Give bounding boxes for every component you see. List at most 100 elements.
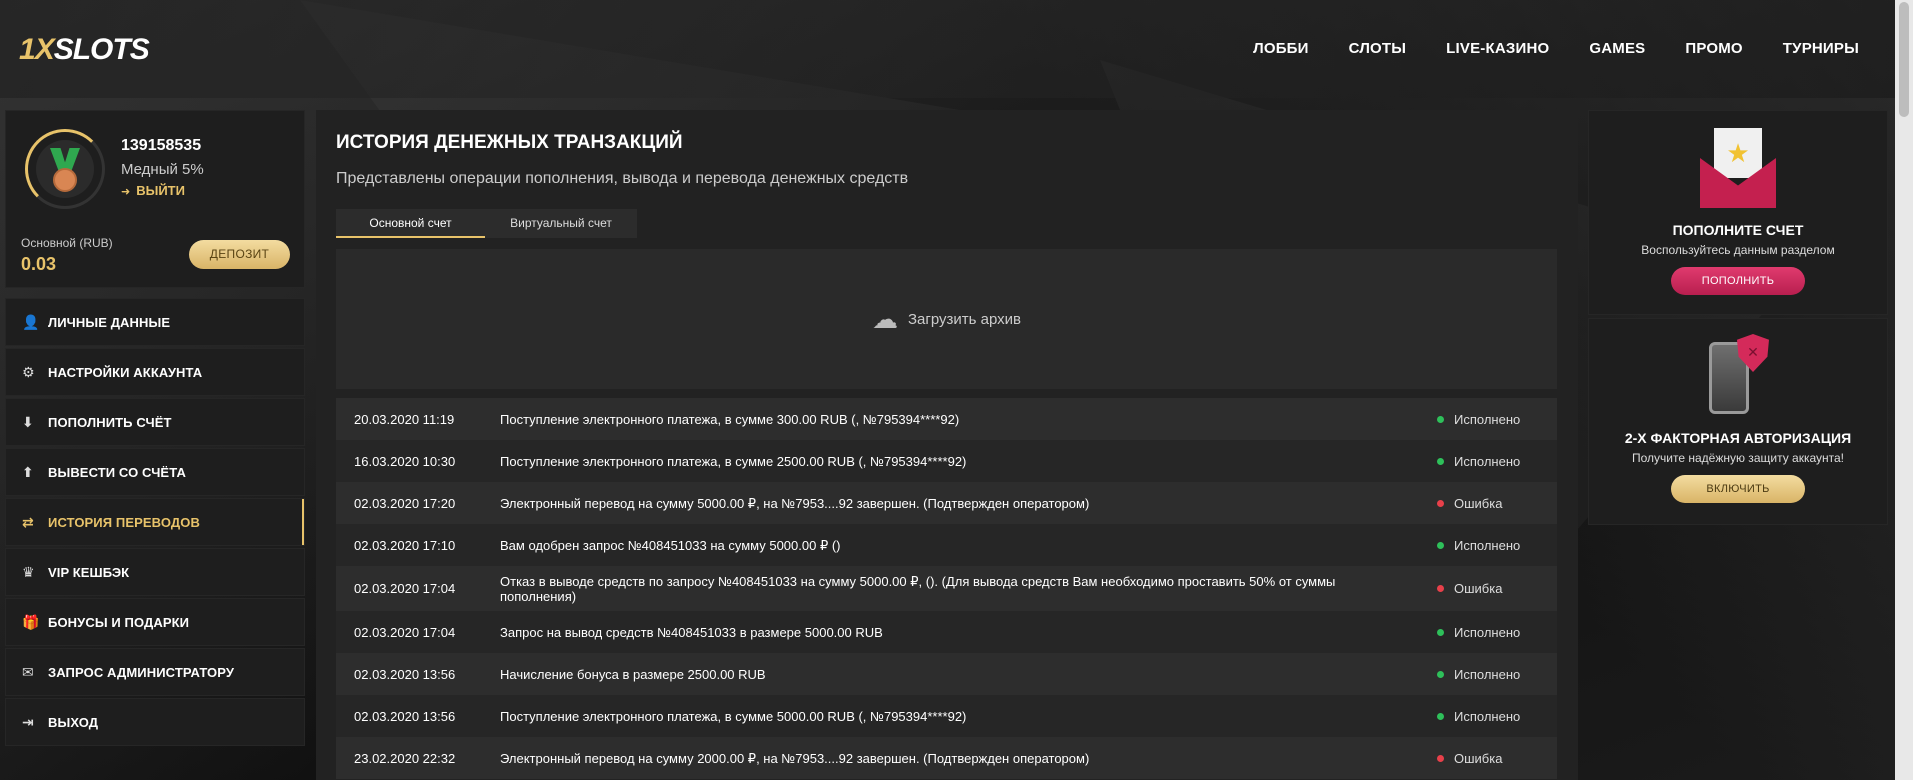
- promo-deposit-button[interactable]: ПОПОЛНИТЬ: [1671, 267, 1805, 295]
- status-dot-icon: [1437, 754, 1444, 762]
- page-subtitle: Представлены операции пополнения, вывода…: [336, 170, 909, 187]
- site-header: 1XSLOTS ЛОББИ СЛОТЫ LIVE-КАЗИНО GAMES ПР…: [0, 0, 1895, 98]
- transactions-table: 20.03.2020 11:19 Поступление электронног…: [336, 398, 1557, 779]
- menu-item-deposit[interactable]: ⬇ ПОПОЛНИТЬ СЧЁТ: [5, 398, 305, 446]
- tx-date: 16.03.2020 10:30: [354, 453, 456, 469]
- tx-date: 02.03.2020 17:04: [354, 581, 456, 596]
- envelope-star-icon: ★: [1700, 128, 1776, 208]
- table-row: 02.03.2020 17:20 Электронный перевод на …: [336, 482, 1557, 524]
- menu-item-transfer-history[interactable]: ⇄ ИСТОРИЯ ПЕРЕВОДОВ: [5, 498, 305, 546]
- status-dot-icon: [1437, 670, 1444, 678]
- tx-date: 02.03.2020 17:10: [354, 537, 456, 553]
- tx-description: Электронный перевод на сумму 5000.00 ₽, …: [500, 495, 1090, 511]
- download-archive-button[interactable]: ☁ Загрузить архив: [336, 249, 1557, 389]
- account-menu: 👤 ЛИЧНЫЕ ДАННЫЕ ⚙ НАСТРОЙКИ АККАУНТА ⬇ ПОПО…: [5, 298, 305, 748]
- menu-item-account-settings[interactable]: ⚙ НАСТРОЙКИ АККАУНТА: [5, 348, 305, 396]
- upload-icon: ⬆: [22, 463, 34, 480]
- user-plus-icon: 👤: [22, 313, 40, 330]
- table-row: 23.02.2020 22:32 Электронный перевод на …: [336, 737, 1557, 779]
- menu-item-vip-cashback[interactable]: ♛ VIP КЕШБЭК: [5, 548, 305, 596]
- tx-date: 02.03.2020 17:04: [354, 624, 456, 640]
- status-dot-icon: [1437, 541, 1444, 549]
- menu-item-admin-request[interactable]: ✉ ЗАПРОС АДМИНИСТРАТОРУ: [5, 648, 305, 696]
- status-dot-icon: [1437, 712, 1444, 720]
- nav-lobby[interactable]: ЛОББИ: [1253, 40, 1309, 57]
- promo-deposit-card: ★ ПОПОЛНИТЕ СЧЕТ Воспользуйтесь данным р…: [1588, 110, 1888, 315]
- status-badge: Исполнено: [1437, 454, 1557, 469]
- table-row: 02.03.2020 13:56 Поступление электронног…: [336, 695, 1557, 737]
- tx-description: Электронный перевод на сумму 2000.00 ₽, …: [500, 750, 1090, 766]
- balance-value: 0.03: [21, 254, 57, 274]
- tx-description: Поступление электронного платежа, в сумм…: [500, 708, 967, 724]
- profile-card: 139158535 Медный 5% ➜ ВЫЙТИ Основной (RUB…: [5, 110, 305, 288]
- crown-icon: ♛: [22, 563, 35, 580]
- logout-link[interactable]: ➜ ВЫЙТИ: [121, 183, 185, 198]
- menu-item-bonuses[interactable]: 🎁 БОНУСЫ И ПОДАРКИ: [5, 598, 305, 646]
- deposit-button[interactable]: ДЕПОЗИТ: [189, 240, 290, 269]
- promo-2fa-card: ✕ 2-Х ФАКТОРНАЯ АВТОРИЗАЦИЯ Получите над…: [1588, 318, 1888, 525]
- status-dot-icon: [1437, 585, 1444, 592]
- phone-shield-icon: ✕: [1703, 334, 1773, 416]
- gift-icon: 🎁: [22, 613, 40, 630]
- tx-description: Вам одобрен запрос №408451033 на сумму 5…: [500, 537, 841, 553]
- page-scrollbar[interactable]: [1895, 0, 1913, 780]
- sign-out-icon: ➜: [121, 186, 131, 198]
- user-level: Медный 5%: [121, 161, 204, 178]
- promo-2fa-title: 2-Х ФАКТОРНАЯ АВТОРИЗАЦИЯ: [1624, 430, 1852, 446]
- menu-item-logout[interactable]: ⇥ ВЫХОД: [5, 698, 305, 746]
- status-badge: Исполнено: [1437, 709, 1557, 724]
- nav-tournaments[interactable]: ТУРНИРЫ: [1783, 40, 1859, 57]
- table-row: 02.03.2020 13:56 Начисление бонуса в раз…: [336, 653, 1557, 695]
- status-dot-icon: [1437, 499, 1444, 507]
- transactions-panel: ИСТОРИЯ ДЕНЕЖНЫХ ТРАНЗАКЦИЙ Представлены…: [316, 110, 1578, 780]
- tx-description: Начисление бонуса в размере 2500.00 RUB: [500, 666, 766, 682]
- user-id: 139158535: [121, 137, 202, 154]
- tx-date: 23.02.2020 22:32: [354, 750, 456, 766]
- promo-2fa-text: Получите надёжную защиту аккаунта!: [1631, 451, 1844, 465]
- nav-games[interactable]: GAMES: [1589, 40, 1645, 57]
- status-badge: Исполнено: [1437, 625, 1557, 640]
- table-row: 02.03.2020 17:04 Отказ в выводе средств …: [336, 566, 1557, 611]
- gears-icon: ⚙: [22, 363, 35, 380]
- table-row: 20.03.2020 11:19 Поступление электронног…: [336, 398, 1557, 440]
- balance-label: Основной (RUB): [21, 236, 113, 250]
- cloud-download-icon: ☁: [871, 303, 898, 334]
- enable-2fa-button[interactable]: ВКЛЮЧИТЬ: [1671, 475, 1805, 503]
- nav-live-casino[interactable]: LIVE-КАЗИНО: [1446, 40, 1549, 57]
- status-badge: Исполнено: [1437, 412, 1557, 427]
- tx-description: Отказ в выводе средств по запросу №40845…: [500, 573, 1336, 604]
- tx-date: 20.03.2020 11:19: [354, 411, 455, 427]
- status-badge: Исполнено: [1437, 538, 1557, 553]
- status-badge: Ошибка: [1437, 751, 1557, 766]
- status-dot-icon: [1437, 415, 1444, 423]
- tab-virtual-account[interactable]: Виртуальный счет: [485, 209, 637, 238]
- download-archive-label: Загрузить архив: [907, 310, 1022, 328]
- status-badge: Исполнено: [1437, 667, 1557, 682]
- scrollbar-thumb[interactable]: [1899, 2, 1909, 117]
- tx-description: Поступление электронного платежа, в сумм…: [500, 411, 960, 427]
- table-row: 02.03.2020 17:04 Запрос на вывод средств…: [336, 611, 1557, 653]
- account-tabs: Основной счет Виртуальный счет: [336, 209, 637, 238]
- menu-item-withdraw[interactable]: ⬆ ВЫВЕСТИ СО СЧЁТА: [5, 448, 305, 496]
- status-dot-icon: [1437, 628, 1444, 636]
- envelope-icon: ✉: [22, 663, 34, 680]
- page-title: ИСТОРИЯ ДЕНЕЖНЫХ ТРАНЗАКЦИЙ: [336, 132, 683, 153]
- level-progress-ring: [25, 129, 105, 209]
- nav-slots[interactable]: СЛОТЫ: [1349, 40, 1407, 57]
- tx-date: 02.03.2020 17:20: [354, 495, 456, 511]
- brand-logo[interactable]: 1XSLOTS: [19, 33, 150, 67]
- tx-date: 02.03.2020 13:56: [354, 666, 456, 682]
- tx-description: Запрос на вывод средств №408451033 в раз…: [500, 624, 883, 640]
- tx-date: 02.03.2020 13:56: [354, 708, 456, 724]
- table-row: 16.03.2020 10:30 Поступление электронног…: [336, 440, 1557, 482]
- tx-description: Поступление электронного платежа, в сумм…: [500, 453, 967, 469]
- menu-item-personal-data[interactable]: 👤 ЛИЧНЫЕ ДАННЫЕ: [5, 298, 305, 346]
- promo-deposit-title: ПОПОЛНИТЕ СЧЕТ: [1672, 222, 1804, 238]
- tab-main-account[interactable]: Основной счет: [336, 209, 485, 238]
- transfer-arrows-icon: ⇄: [22, 513, 34, 530]
- status-dot-icon: [1437, 457, 1444, 465]
- promo-deposit-text: Воспользуйтесь данным разделом: [1641, 243, 1835, 257]
- table-row: 02.03.2020 17:10 Вам одобрен запрос №408…: [336, 524, 1557, 566]
- nav-promo[interactable]: ПРОМО: [1685, 40, 1742, 57]
- medal-icon: [36, 140, 94, 198]
